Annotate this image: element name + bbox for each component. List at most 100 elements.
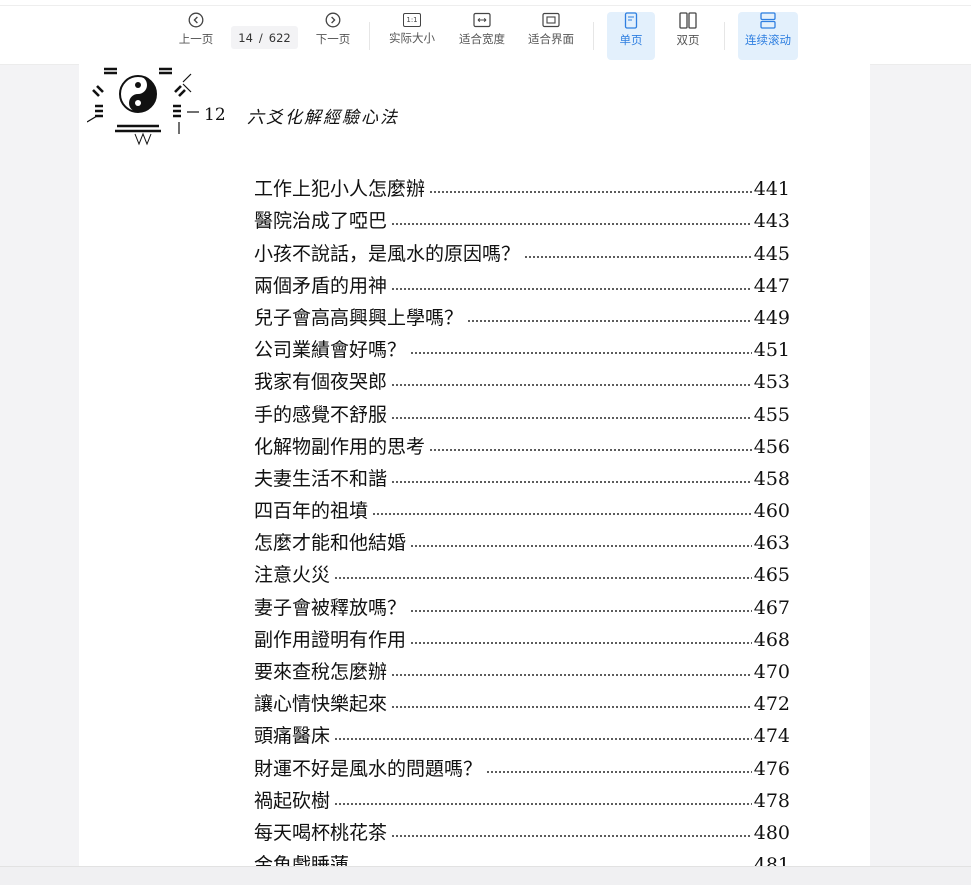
bagua-logo bbox=[87, 67, 199, 146]
toc-entry-title: 禍起砍樹 bbox=[254, 789, 331, 812]
toc-entry[interactable]: 小孩不說話，是風水的原因嗎？ 445 bbox=[254, 232, 790, 265]
toc-entry-title: 手的感覺不舒服 bbox=[254, 403, 388, 426]
toc-entry[interactable]: 兒子會高高興興上學嗎？ 449 bbox=[254, 297, 790, 329]
toc-entry[interactable]: 禍起砍樹 478 bbox=[254, 780, 790, 812]
toc-entry[interactable]: 每天喝杯桃花茶 480 bbox=[254, 812, 790, 844]
bottom-bar bbox=[0, 866, 971, 885]
top-divider bbox=[0, 5, 971, 6]
table-of-contents: 工作上犯小人怎麼辦 441 醫院治成了啞巴 443 小孩不說話，是風水的原因嗎？ 445 兩… bbox=[254, 168, 790, 866]
arrow-left-circle-icon bbox=[188, 12, 204, 28]
toc-dot-leader bbox=[410, 607, 752, 614]
toc-entry-title: 金魚戲睡蓮 bbox=[254, 854, 350, 866]
toc-dot-leader bbox=[486, 768, 752, 775]
actual-size-icon: 1:1 bbox=[403, 13, 421, 27]
toc-entry[interactable]: 手的感覺不舒服 455 bbox=[254, 393, 790, 426]
toc-dot-leader bbox=[410, 639, 752, 646]
fit-width-label: 适合宽度 bbox=[459, 32, 505, 46]
toc-entry-title: 工作上犯小人怎麼辦 bbox=[254, 178, 426, 201]
single-page-icon bbox=[623, 12, 639, 29]
actual-size-label: 实际大小 bbox=[389, 31, 435, 45]
single-page-label: 单页 bbox=[619, 33, 643, 47]
toc-entry-page: 468 bbox=[753, 628, 790, 651]
next-page-button[interactable]: 下一页 bbox=[312, 12, 354, 60]
toc-entry-title: 怎麼才能和他結婚 bbox=[254, 532, 407, 555]
toc-entry[interactable]: 讓心情快樂起來 472 bbox=[254, 683, 790, 715]
toolbar-divider bbox=[369, 22, 370, 50]
continuous-scroll-button[interactable]: 连续滚动 bbox=[738, 12, 798, 60]
toc-dot-leader bbox=[372, 511, 752, 518]
toc-entry-title: 夫妻生活不和諧 bbox=[254, 467, 388, 490]
arrow-right-circle-icon bbox=[325, 12, 341, 28]
toc-dot-leader bbox=[391, 382, 752, 389]
toc-entry-title: 妻子會被釋放嗎？ bbox=[254, 596, 407, 619]
toc-entry-title: 四百年的祖墳 bbox=[254, 500, 369, 523]
toc-entry[interactable]: 化解物副作用的思考 456 bbox=[254, 426, 790, 458]
toc-entry-title: 要來查稅怎麼辦 bbox=[254, 661, 388, 683]
toc-entry[interactable]: 醫院治成了啞巴 443 bbox=[254, 200, 790, 232]
toc-dot-leader bbox=[391, 221, 752, 228]
toc-entry[interactable]: 副作用證明有作用 468 bbox=[254, 619, 790, 651]
toc-entry-page: 441 bbox=[753, 178, 790, 201]
double-page-label: 双页 bbox=[676, 33, 700, 47]
toc-entry-page: 447 bbox=[753, 274, 790, 297]
fit-page-button[interactable]: 适合界面 bbox=[525, 12, 577, 60]
page-number-input[interactable]: 14 / 622 bbox=[231, 26, 298, 49]
toc-entry-page: 476 bbox=[753, 757, 790, 780]
toc-dot-leader bbox=[391, 414, 752, 421]
toc-entry-title: 頭痛醫床 bbox=[254, 725, 331, 748]
double-page-button[interactable]: 双页 bbox=[664, 12, 712, 60]
toc-entry[interactable]: 工作上犯小人怎麼辦 441 bbox=[254, 168, 790, 200]
toc-entry[interactable]: 兩個矛盾的用神 447 bbox=[254, 265, 790, 297]
toc-entry-page: 458 bbox=[753, 467, 790, 490]
toc-dot-leader bbox=[391, 704, 752, 711]
toc-entry-title: 醫院治成了啞巴 bbox=[254, 210, 388, 233]
toc-entry-title: 副作用證明有作用 bbox=[254, 628, 407, 651]
toc-entry-title: 公司業績會好嗎？ bbox=[254, 339, 407, 362]
toc-entry[interactable]: 夫妻生活不和諧 458 bbox=[254, 458, 790, 490]
toc-dot-leader bbox=[391, 832, 752, 839]
total-pages: 622 bbox=[268, 30, 291, 45]
toc-entry[interactable]: 四百年的祖墳 460 bbox=[254, 490, 790, 522]
prev-page-label: 上一页 bbox=[178, 32, 214, 46]
toc-entry[interactable]: 公司業績會好嗎？ 451 bbox=[254, 329, 790, 361]
toc-entry-page: 465 bbox=[753, 564, 790, 587]
toc-entry[interactable]: 我家有個夜哭郎 453 bbox=[254, 361, 790, 393]
toc-entry-title: 每天喝杯桃花茶 bbox=[254, 821, 388, 844]
toc-dot-leader bbox=[334, 800, 752, 807]
single-page-button[interactable]: 单页 bbox=[607, 12, 655, 60]
continuous-scroll-label: 连续滚动 bbox=[745, 33, 791, 47]
toc-dot-leader bbox=[334, 575, 752, 582]
toc-entry[interactable]: 怎麼才能和他結婚 463 bbox=[254, 522, 790, 554]
toc-entry-page: 480 bbox=[753, 821, 790, 844]
yin-yang-icon bbox=[119, 75, 157, 113]
toc-entry[interactable]: 財運不好是風水的問題嗎？ 476 bbox=[254, 747, 790, 780]
toc-entry-page: 481 bbox=[753, 854, 790, 866]
prev-page-button[interactable]: 上一页 bbox=[175, 12, 217, 60]
toc-entry-page: 453 bbox=[753, 371, 790, 394]
toc-entry-title: 財運不好是風水的問題嗎？ bbox=[254, 757, 483, 780]
toc-dot-leader bbox=[334, 736, 752, 743]
toc-entry-title: 兩個矛盾的用神 bbox=[254, 274, 388, 297]
toc-entry[interactable]: 注意火災 465 bbox=[254, 554, 790, 586]
chapter-number: 12 bbox=[204, 105, 226, 125]
toc-entry-page: 449 bbox=[753, 306, 790, 329]
toc-dot-leader bbox=[410, 350, 752, 357]
toc-entry-page: 455 bbox=[753, 403, 790, 426]
toc-entry[interactable]: 頭痛醫床 474 bbox=[254, 715, 790, 747]
toc-dot-leader bbox=[524, 253, 752, 260]
actual-size-icon-text: 1:1 bbox=[406, 16, 418, 24]
toc-entry-page: 474 bbox=[753, 725, 790, 748]
viewer-toolbar: 上一页 14 / 622 下一页 1:1 实际大小 适合宽度 适合界面 单页 双… bbox=[0, 0, 971, 65]
toc-entry-page: 460 bbox=[753, 500, 790, 523]
actual-size-button[interactable]: 1:1 实际大小 bbox=[386, 12, 438, 60]
toc-entry[interactable]: 金魚戲睡蓮 481 bbox=[254, 844, 790, 866]
fit-width-button[interactable]: 适合宽度 bbox=[456, 12, 508, 60]
toc-entry-page: 467 bbox=[753, 596, 790, 619]
toc-entry-title: 小孩不說話，是風水的原因嗎？ bbox=[254, 242, 521, 265]
toc-entry-page: 456 bbox=[753, 435, 790, 458]
toc-entry[interactable]: 要來查稅怎麼辦 470 bbox=[254, 651, 790, 683]
toc-entry[interactable]: 妻子會被釋放嗎？ 467 bbox=[254, 586, 790, 619]
fit-width-icon bbox=[473, 12, 491, 28]
book-title: 六爻化解經驗心法 bbox=[247, 108, 399, 128]
fit-page-label: 适合界面 bbox=[528, 32, 574, 46]
